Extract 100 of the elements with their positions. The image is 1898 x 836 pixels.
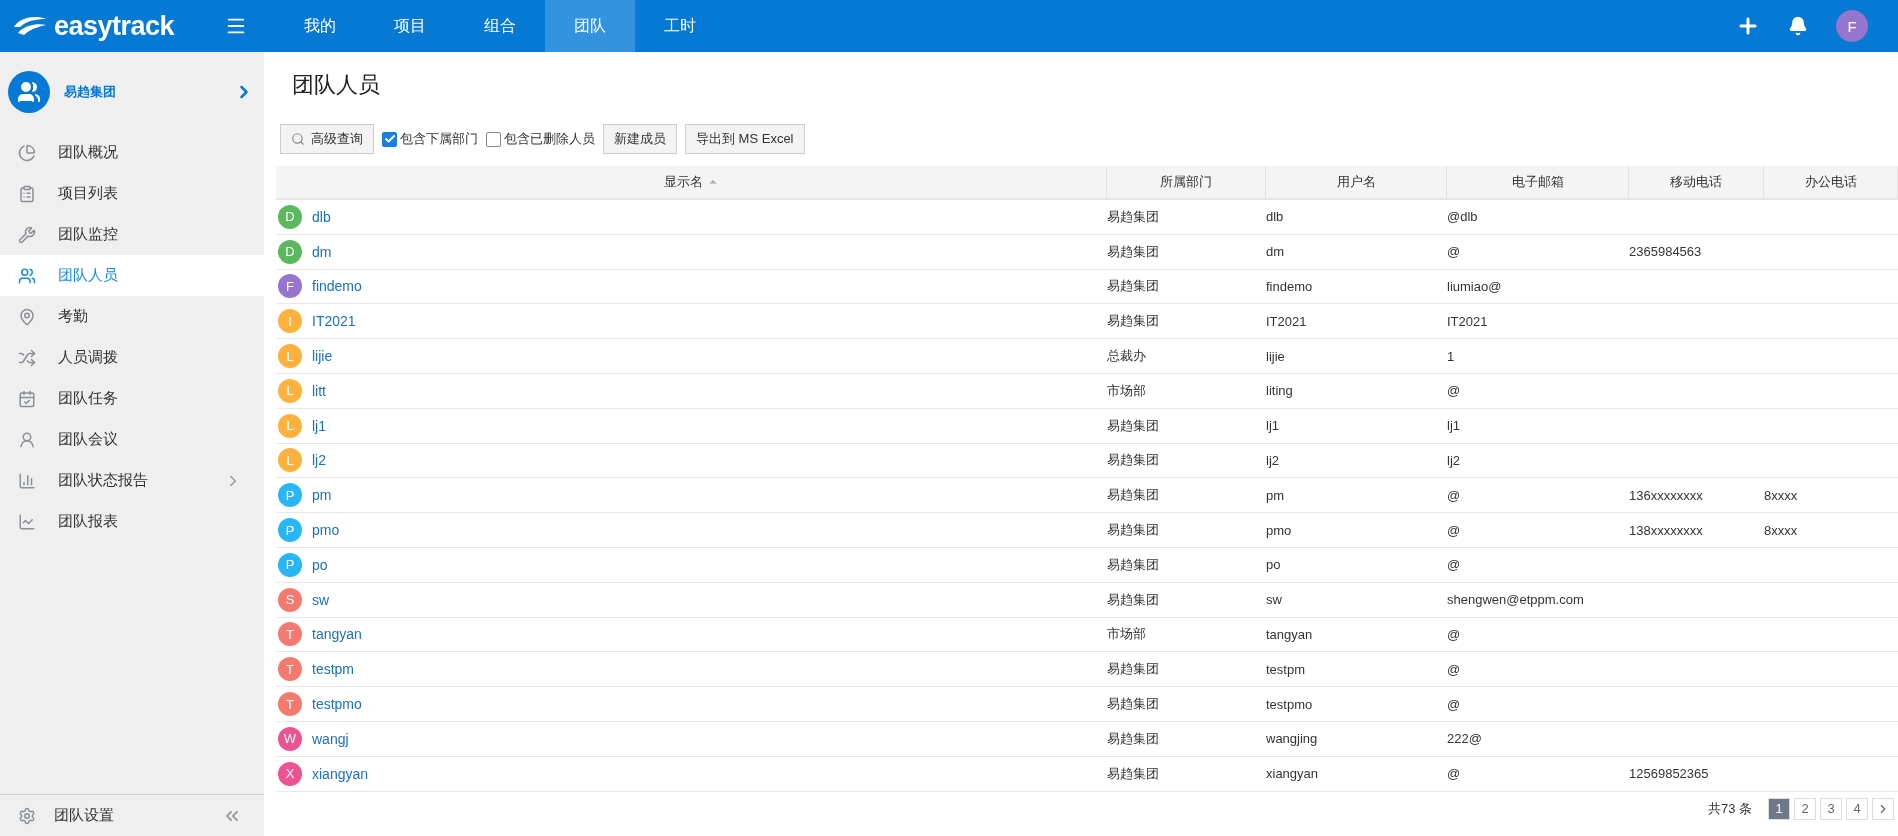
bell-icon[interactable] — [1788, 16, 1808, 36]
user-name-link[interactable]: wangj — [312, 730, 349, 747]
page-title: 团队人员 — [292, 71, 381, 99]
column-header[interactable]: 所属部门 — [1107, 166, 1266, 200]
user-name-link[interactable]: lj1 — [312, 417, 326, 434]
user-name-link[interactable]: testpmo — [312, 696, 362, 713]
page-button[interactable]: 1 — [1768, 797, 1790, 820]
page-button[interactable]: 4 — [1846, 797, 1868, 820]
table-cell: 总裁办 — [1107, 347, 1146, 366]
user-name-link[interactable]: litt — [312, 382, 326, 399]
shuffle-icon — [18, 348, 36, 367]
pie-chart-icon — [18, 143, 36, 162]
sidebar-item[interactable]: 人员调拨 — [0, 337, 264, 378]
toolbar-button[interactable]: 新建成员 — [603, 124, 677, 154]
page-button[interactable]: 2 — [1794, 797, 1816, 820]
user-avatar: L — [278, 344, 302, 369]
user-avatar[interactable]: F — [1836, 10, 1868, 42]
column-header[interactable]: 移动电话 — [1629, 166, 1764, 200]
user-name-link[interactable]: IT2021 — [312, 313, 356, 330]
user-avatar: T — [278, 692, 302, 717]
user-name-link[interactable]: testpm — [312, 661, 354, 678]
table-cell: 1 — [1447, 348, 1455, 364]
table-cell: dm — [1266, 244, 1285, 260]
user-name-link[interactable]: tangyan — [312, 626, 362, 643]
table-cell: lj1 — [1447, 418, 1460, 434]
checkbox[interactable] — [382, 131, 397, 147]
user-avatar: S — [278, 587, 302, 612]
user-name-link[interactable]: lj2 — [312, 452, 326, 469]
user-name-link[interactable]: xiangyan — [312, 765, 369, 782]
sidebar-item[interactable]: 团队概况 — [0, 132, 264, 173]
table-cell: xiangyan — [1266, 766, 1319, 782]
sidebar-item[interactable]: 项目列表 — [0, 173, 264, 214]
search-icon — [291, 132, 305, 146]
sidebar-item[interactable]: 考勤 — [0, 296, 264, 337]
user-name-link[interactable]: sw — [312, 591, 330, 608]
table-cell: 易趋集团 — [1107, 312, 1159, 331]
sidebar-item[interactable]: 团队报表 — [0, 501, 264, 542]
table-cell: testpm — [1266, 661, 1305, 677]
sidebar-item[interactable]: 团队任务 — [0, 378, 264, 419]
sidebar-item[interactable]: 团队监控 — [0, 214, 264, 255]
table-cell: 易趋集团 — [1107, 451, 1159, 470]
table-cell: 易趋集团 — [1107, 521, 1159, 540]
table-cell: lj2 — [1266, 452, 1279, 468]
sidebar-item[interactable]: 团队会议 — [0, 419, 264, 460]
settings-icon — [18, 806, 36, 825]
checkbox[interactable] — [486, 131, 501, 147]
table-cell: @dlb — [1447, 209, 1478, 225]
nav-tab[interactable]: 我的 — [275, 0, 365, 52]
table-cell: 8xxxx — [1764, 487, 1798, 503]
next-page-button[interactable] — [1872, 797, 1894, 820]
table-cell: findemo — [1266, 279, 1313, 294]
table-cell: liumiao@ — [1447, 279, 1502, 294]
user-name-link[interactable]: dlb — [312, 208, 331, 225]
table-cell: 易趋集团 — [1107, 207, 1159, 226]
clipboard-icon — [18, 184, 36, 203]
column-header[interactable]: 用户名 — [1266, 166, 1447, 200]
user-avatar: F — [278, 274, 302, 299]
table-cell: lj2 — [1447, 452, 1460, 468]
user-name-link[interactable]: lijie — [312, 348, 333, 365]
table-cell: pmo — [1266, 522, 1292, 538]
page-button[interactable]: 3 — [1820, 797, 1842, 820]
user-avatar: P — [278, 552, 302, 577]
settings-link[interactable]: 团队设置 — [18, 806, 222, 825]
table-cell: @ — [1447, 383, 1461, 399]
checkbox-label: 包含下属部门 — [400, 130, 478, 148]
user-avatar: I — [278, 309, 302, 334]
user-name-link[interactable]: findemo — [312, 278, 362, 295]
table-cell: 222@ — [1447, 731, 1482, 747]
column-header[interactable]: 办公电话 — [1764, 166, 1898, 200]
logo-text: easytrack — [54, 10, 175, 42]
table-cell: pm — [1266, 487, 1285, 503]
toolbar-button[interactable]: 导出到 MS Excel — [685, 124, 805, 154]
table-cell: 市场部 — [1107, 625, 1146, 644]
user-name-link[interactable]: po — [312, 556, 328, 573]
map-pin-icon — [18, 307, 36, 326]
user-name-link[interactable]: pmo — [312, 522, 340, 539]
user-avatar: L — [278, 378, 302, 403]
search-button[interactable]: 高级查询 — [280, 124, 374, 154]
group-name[interactable]: 易趋集团 — [64, 83, 220, 101]
table-cell: 8xxxx — [1764, 522, 1798, 538]
nav-tab[interactable]: 组合 — [455, 0, 545, 52]
user-avatar: P — [278, 518, 302, 543]
sidebar-item[interactable]: 团队状态报告 — [0, 460, 264, 501]
table-cell: @ — [1447, 487, 1461, 503]
nav-tab[interactable]: 项目 — [365, 0, 455, 52]
wrench-icon — [18, 225, 36, 244]
sidebar-item[interactable]: 团队人员 — [0, 255, 264, 296]
nav-tab[interactable]: 团队 — [545, 0, 635, 52]
user-avatar: T — [278, 657, 302, 682]
table-cell: liting — [1266, 383, 1293, 399]
column-header[interactable]: 显示名 — [276, 166, 1107, 200]
table-cell: 易趋集团 — [1107, 590, 1159, 609]
user-avatar: X — [278, 761, 302, 786]
user-name-link[interactable]: dm — [312, 243, 332, 260]
nav-tab[interactable]: 工时 — [635, 0, 725, 52]
column-header[interactable]: 电子邮箱 — [1447, 166, 1629, 200]
table-cell: po — [1266, 557, 1281, 573]
user-name-link[interactable]: pm — [312, 487, 332, 504]
person-icon — [18, 430, 36, 449]
table-cell: 市场部 — [1107, 381, 1146, 400]
